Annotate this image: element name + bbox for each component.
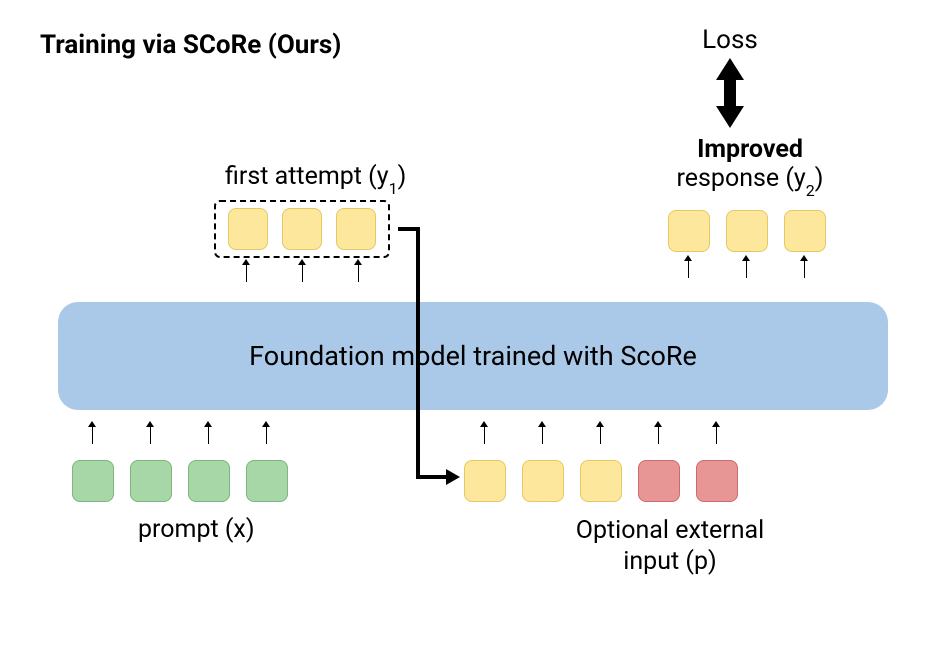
up-arrow-icon bbox=[266, 426, 267, 444]
up-arrow-icon bbox=[746, 260, 747, 278]
token-green bbox=[130, 460, 172, 502]
loss-label: Loss bbox=[670, 25, 790, 55]
up-arrow-icon bbox=[150, 426, 151, 444]
token-green bbox=[72, 460, 114, 502]
token-yellow bbox=[580, 460, 622, 502]
up-arrow-icon bbox=[542, 426, 543, 444]
token-green bbox=[246, 460, 288, 502]
token-red bbox=[638, 460, 680, 502]
token-red bbox=[696, 460, 738, 502]
first-attempt-tokens bbox=[214, 200, 390, 258]
up-arrow-icon bbox=[302, 264, 303, 282]
token-yellow bbox=[784, 210, 826, 252]
prompt-label: prompt (x) bbox=[138, 515, 255, 544]
token-yellow bbox=[464, 460, 506, 502]
up-arrow-icon bbox=[92, 426, 93, 444]
up-arrow-icon bbox=[484, 426, 485, 444]
token-yellow bbox=[726, 210, 768, 252]
token-yellow bbox=[668, 210, 710, 252]
loss-double-arrow-icon bbox=[712, 58, 748, 128]
optional-external-input-label: Optional external input (p) bbox=[550, 515, 790, 578]
up-arrow-icon bbox=[688, 260, 689, 278]
token-yellow bbox=[336, 208, 376, 250]
first-attempt-label: first attempt (y1) bbox=[225, 162, 406, 194]
up-arrow-icon bbox=[208, 426, 209, 444]
up-arrow-icon bbox=[716, 426, 717, 444]
diagram-title: Training via SCoRe (Ours) bbox=[40, 30, 341, 60]
up-arrow-icon bbox=[246, 264, 247, 282]
up-arrow-icon bbox=[658, 426, 659, 444]
up-arrow-icon bbox=[358, 264, 359, 282]
improved-response-label: Improved response (y2) bbox=[640, 135, 860, 196]
token-yellow bbox=[228, 208, 268, 250]
recycled-input-tokens bbox=[464, 460, 738, 502]
improved-response-tokens bbox=[668, 210, 826, 252]
token-green bbox=[188, 460, 230, 502]
token-yellow bbox=[522, 460, 564, 502]
up-arrow-icon bbox=[600, 426, 601, 444]
up-arrow-icon bbox=[804, 260, 805, 278]
token-yellow bbox=[282, 208, 322, 250]
foundation-model-box: Foundation model trained with ScoRe bbox=[58, 302, 888, 410]
prompt-tokens bbox=[72, 460, 288, 502]
